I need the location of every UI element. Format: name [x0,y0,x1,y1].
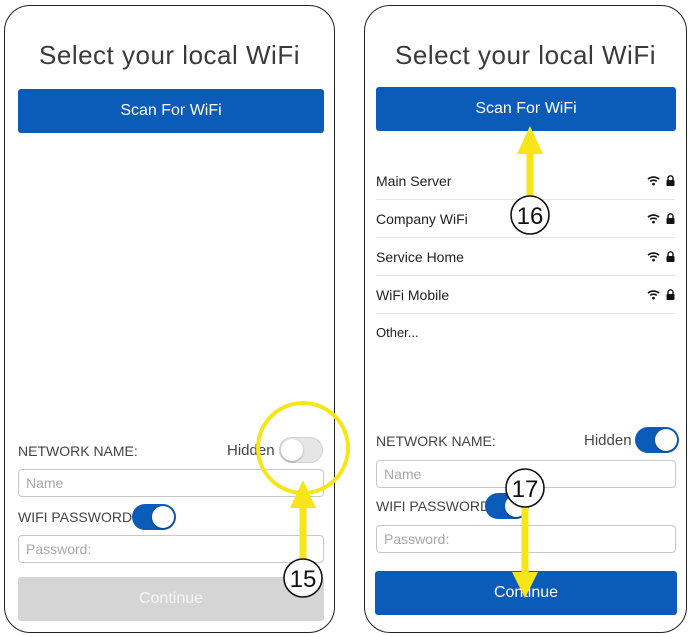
name-field[interactable] [376,460,676,488]
hidden-toggle[interactable] [635,427,679,453]
lock-icon [666,175,675,186]
toggle-knob [152,506,174,528]
network-name: Company WiFi [376,210,468,227]
wifi-icon [647,214,660,224]
hidden-label: Hidden [227,442,275,459]
other-network-item[interactable]: Other... [376,314,675,351]
hidden-label: Hidden [584,432,632,449]
name-input[interactable] [19,470,323,496]
name-field[interactable] [18,469,324,497]
network-name: Main Server [376,172,452,189]
password-input[interactable] [377,526,675,552]
password-field[interactable] [18,535,324,563]
wifi-icon [647,252,660,262]
wifi-password-toggle[interactable] [485,493,529,519]
phone-screen-left: Select your local WiFi Scan For WiFi NET… [4,5,335,633]
toggle-knob [505,495,527,517]
network-item[interactable]: WiFi Mobile [376,276,675,314]
hidden-toggle[interactable] [279,437,323,463]
network-item[interactable]: Service Home [376,238,675,276]
lock-icon [666,213,675,224]
network-name-label: NETWORK NAME: [18,443,138,459]
network-name: WiFi Mobile [376,286,450,303]
wifi-password-label: WIFI PASSWORD [18,509,133,525]
name-input[interactable] [377,461,675,487]
wifi-icon [647,176,660,186]
lock-icon [666,251,675,262]
scan-for-wifi-button[interactable]: Scan For WiFi [376,87,676,131]
password-field[interactable] [376,525,676,553]
toggle-knob [655,429,677,451]
toggle-knob [281,439,303,461]
wifi-icon [647,290,660,300]
continue-button[interactable]: Continue [18,577,324,621]
lock-icon [666,289,675,300]
page-title: Select your local WiFi [39,40,300,70]
network-item[interactable]: Main Server [376,162,675,200]
wifi-password-toggle[interactable] [132,504,176,530]
network-list: Main Server Company WiFi Service Home Wi… [376,162,675,351]
page-title: Select your local WiFi [395,40,656,70]
continue-button[interactable]: Continue [375,571,677,615]
wifi-password-label: WIFI PASSWORD [376,498,491,514]
network-name: Service Home [376,248,464,265]
network-item[interactable]: Company WiFi [376,200,675,238]
network-name-label: NETWORK NAME: [376,433,496,449]
password-input[interactable] [19,536,323,562]
phone-screen-right: Select your local WiFi Scan For WiFi Mai… [364,5,687,633]
scan-for-wifi-button[interactable]: Scan For WiFi [18,89,324,133]
